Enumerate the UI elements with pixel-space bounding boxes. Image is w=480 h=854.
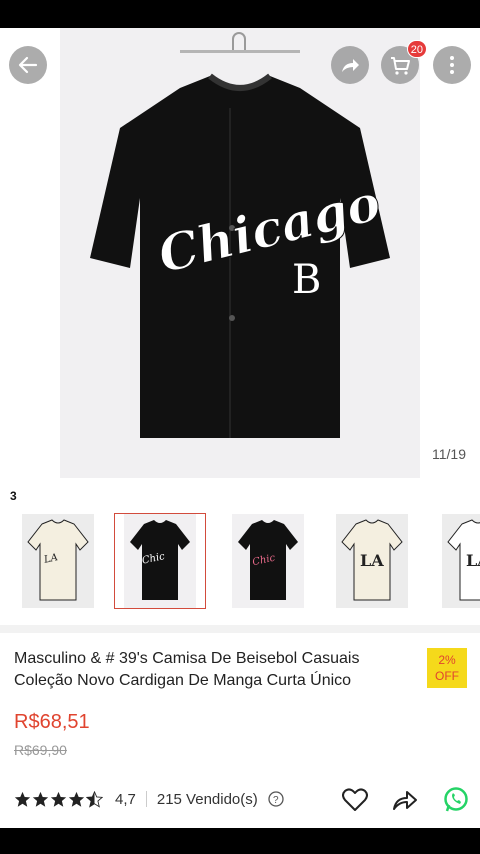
star-icon xyxy=(50,791,67,807)
svg-text:LA: LA xyxy=(360,551,384,570)
thumbnail-strip[interactable]: LA Chic Chic LA L xyxy=(0,513,480,613)
section-divider xyxy=(0,625,480,633)
rating-value: 4,7 xyxy=(115,790,136,808)
whatsapp-icon[interactable] xyxy=(442,786,470,814)
thumbnail-cream-jersey[interactable]: LA xyxy=(12,513,104,609)
cream-la-jersey-thumb-icon: LA xyxy=(336,514,408,608)
product-gallery[interactable]: Chicago B 20 11/19 xyxy=(0,28,480,478)
product-actions xyxy=(342,786,470,814)
arrow-left-icon xyxy=(18,56,38,74)
share-top-button[interactable] xyxy=(331,46,369,84)
discount-label: OFF xyxy=(435,669,459,683)
black-jersey-thumb-icon: Chic xyxy=(124,514,196,608)
back-button[interactable] xyxy=(9,46,47,84)
share-icon[interactable] xyxy=(392,788,418,812)
rating-row: 4,7 215 Vendido(s) ? xyxy=(14,786,470,812)
thumbnail-count-label: 3 xyxy=(10,489,17,503)
cart-button[interactable]: 20 xyxy=(381,40,427,84)
svg-text:LA: LA xyxy=(466,551,480,570)
heart-icon[interactable] xyxy=(342,788,368,812)
cart-icon xyxy=(391,57,410,75)
thumbnail-white-la-jersey[interactable]: LA xyxy=(432,513,480,609)
cream-jersey-thumb-icon: LA xyxy=(22,514,94,608)
jersey-image: Chicago B xyxy=(90,73,390,438)
discount-percent: 2% xyxy=(438,653,456,667)
star-half-icon xyxy=(86,790,103,808)
star-icon xyxy=(68,791,85,807)
help-icon[interactable]: ? xyxy=(268,791,284,807)
product-photo[interactable]: Chicago B xyxy=(60,28,420,478)
star-icon xyxy=(32,791,49,807)
sold-count: 215 Vendido(s) xyxy=(156,790,258,808)
more-options-button[interactable] xyxy=(433,46,471,84)
product-title: Masculino & # 39's Camisa De Beisebol Ca… xyxy=(14,650,360,689)
rating-separator xyxy=(145,791,147,807)
star-icon xyxy=(14,791,31,807)
current-price: R$68,51 xyxy=(14,711,90,733)
thumbnail-black-jersey[interactable]: Chic xyxy=(114,513,206,609)
product-screen: Chicago B 20 11/19 3 LA Chic Chic LA L M… xyxy=(0,28,480,828)
discount-badge: 2% OFF xyxy=(427,648,467,688)
image-page-counter: 11/19 xyxy=(432,446,466,462)
b-logo: B xyxy=(292,257,321,303)
thumbnail-cream-la-jersey[interactable]: LA xyxy=(326,513,418,609)
black-pink-jersey-thumb-icon: Chic xyxy=(232,514,304,608)
navigation-bar xyxy=(0,828,480,854)
status-bar xyxy=(0,0,480,28)
original-price: R$69,90 xyxy=(14,742,67,758)
svg-text:?: ? xyxy=(273,795,279,806)
more-vertical-icon xyxy=(450,56,454,74)
cart-count-badge: 20 xyxy=(406,40,427,58)
share-icon xyxy=(342,59,359,72)
white-la-jersey-thumb-icon: LA xyxy=(442,514,480,608)
star-rating xyxy=(14,790,103,808)
thumbnail-black-pink-jersey[interactable]: Chic xyxy=(222,513,314,609)
